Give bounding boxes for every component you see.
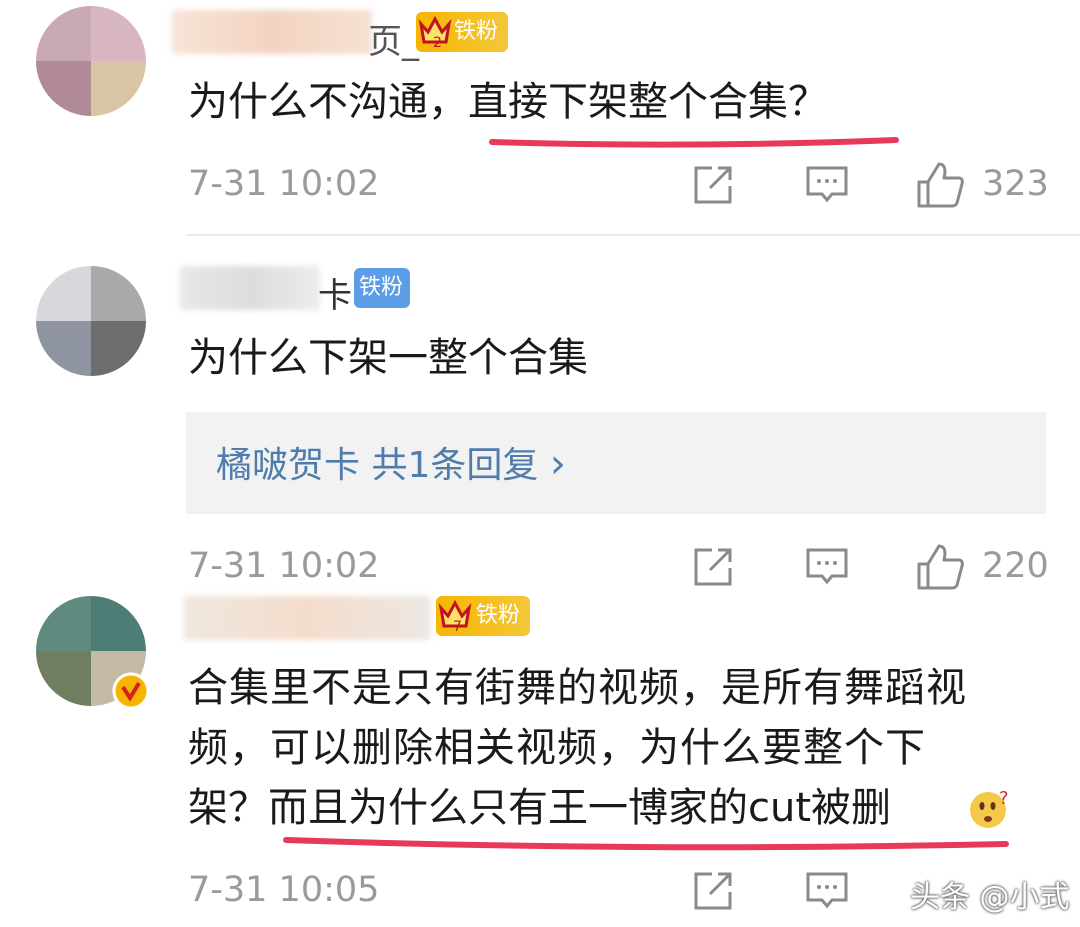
username-blurred[interactable]	[180, 266, 320, 310]
comment-icon[interactable]	[804, 162, 850, 208]
repost-icon[interactable]	[690, 544, 736, 590]
timestamp: 7-31 10:02	[188, 164, 380, 204]
fan-badge: 2 铁粉	[416, 12, 508, 52]
red-underline	[489, 137, 899, 148]
comment-icon[interactable]	[804, 544, 850, 590]
svg-text:7: 7	[453, 619, 462, 634]
verified-icon	[112, 672, 150, 710]
timestamp: 7-31 10:05	[188, 870, 380, 910]
chevron-right-icon: ›	[549, 441, 566, 487]
timestamp: 7-31 10:02	[188, 546, 380, 586]
watermark: 头条 @小式	[910, 880, 1070, 915]
reply-preview[interactable]: 橘啵贺卡 共1条回复 ›	[186, 412, 1046, 514]
svg-text:2: 2	[433, 35, 442, 50]
red-underline	[283, 837, 1009, 851]
divider	[186, 234, 1080, 236]
avatar[interactable]	[36, 6, 146, 116]
badge-label: 铁粉	[358, 275, 403, 300]
comment-line-1: 合集里不是只有街舞的视频，是所有舞蹈视	[188, 665, 967, 711]
comment-icon[interactable]	[804, 868, 850, 914]
comment-line-3: 架？而且为什么只有王一博家的cut被删	[188, 785, 892, 831]
username-blurred[interactable]	[184, 596, 430, 640]
repost-icon[interactable]	[690, 162, 736, 208]
fan-badge: 铁粉	[354, 268, 410, 308]
username-blurred[interactable]	[172, 10, 372, 54]
badge-label: 铁粉	[453, 19, 498, 44]
reply-link[interactable]: 橘啵贺卡 共1条回复 ›	[216, 436, 566, 488]
avatar[interactable]	[36, 266, 146, 376]
crown-icon: 2	[418, 15, 452, 50]
username-suffix[interactable]: 卡	[318, 268, 352, 317]
repost-icon[interactable]	[690, 868, 736, 914]
like-icon[interactable]	[915, 542, 965, 592]
comment-line-2: 频，可以删除相关视频，为什么要整个下	[188, 725, 926, 771]
like-icon[interactable]	[915, 160, 965, 210]
comment-text: 为什么下架一整个合集	[188, 335, 588, 381]
comment-text: 为什么不沟通，直接下架整个合集？	[188, 79, 828, 125]
like-count: 220	[982, 546, 1049, 586]
like-count: 323	[982, 164, 1049, 204]
thinking-emoji-icon: ?	[970, 788, 1009, 828]
username-suffix[interactable]: 页_	[368, 14, 419, 63]
badge-label: 铁粉	[475, 603, 520, 628]
svg-text:?: ?	[999, 788, 1009, 809]
fan-badge: 7 铁粉	[436, 596, 530, 636]
crown-icon: 7	[438, 599, 472, 634]
